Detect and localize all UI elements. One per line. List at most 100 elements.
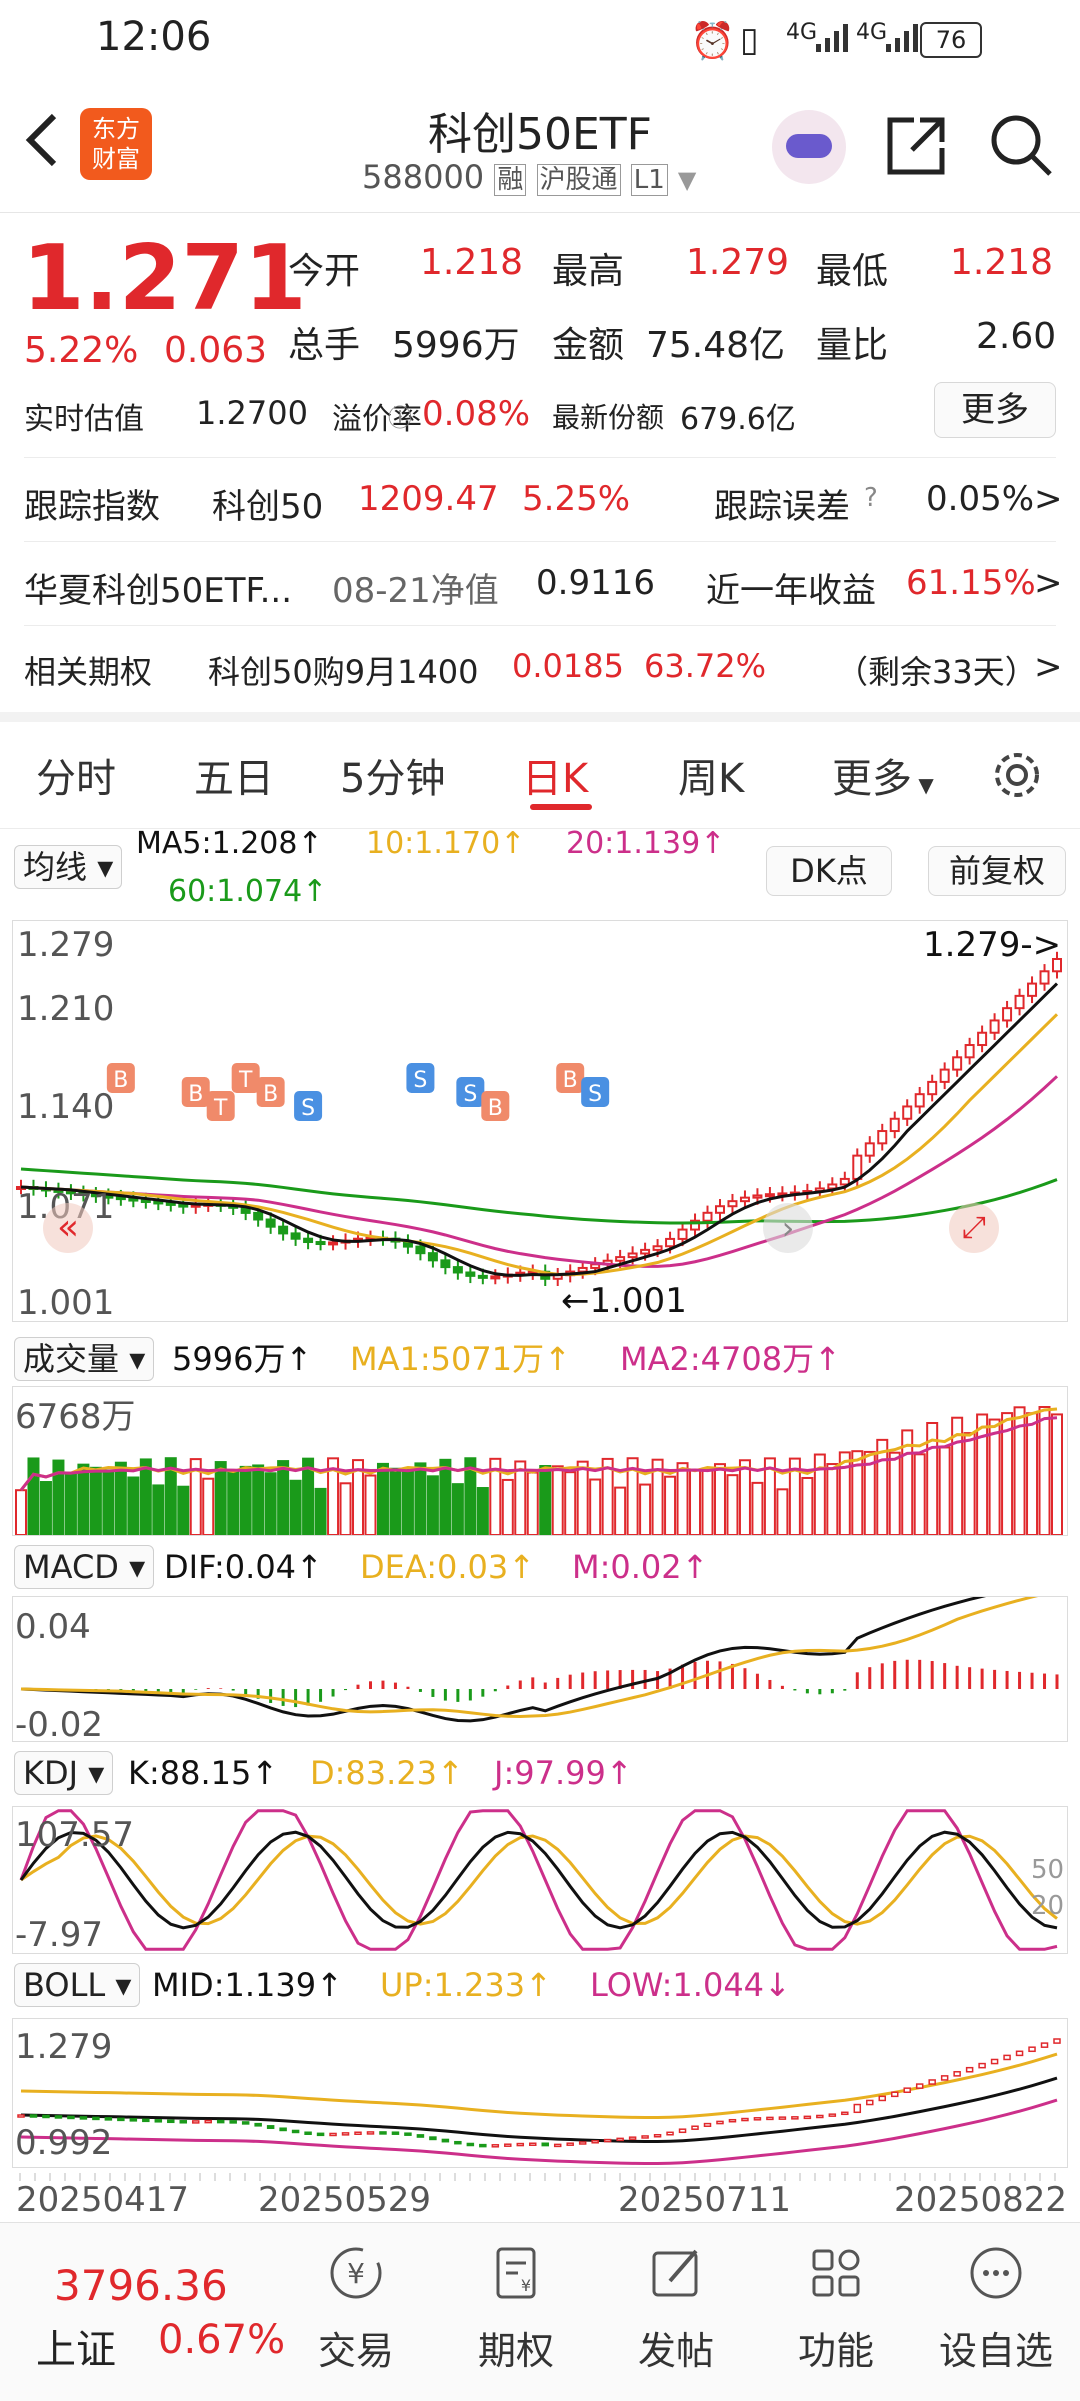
boll-candle xyxy=(329,2132,337,2137)
boll-candle xyxy=(429,2136,437,2141)
stat-volume-value: 5996万 xyxy=(392,325,520,366)
functions-label: 功能 xyxy=(797,2329,874,2373)
info-icon[interactable]: ⓘ xyxy=(388,398,412,433)
more-button[interactable]: 更多 xyxy=(934,382,1056,438)
volume-bar xyxy=(426,1475,439,1535)
volume-bar xyxy=(938,1446,951,1535)
info-row-index[interactable]: 跟踪指数 科创50 1209.47 5.25% 跟踪误差 ? 0.05% > xyxy=(0,457,1080,541)
boll-candle xyxy=(454,2140,462,2145)
robot-assistant-icon[interactable] xyxy=(772,110,846,184)
index-ticker-value[interactable]: 3796.36 xyxy=(54,2261,228,2310)
boll-low-line xyxy=(20,2098,1058,2165)
boll-selector[interactable]: BOLL ▾ xyxy=(14,1963,141,2007)
boll-candle xyxy=(291,2129,300,2134)
status-time: 12:06 xyxy=(96,14,212,60)
vol-selector[interactable]: 成交量 ▾ xyxy=(14,1334,155,1381)
candle-body xyxy=(714,1205,725,1214)
index-name: 科创50 xyxy=(212,487,324,527)
volume-bar xyxy=(476,1487,489,1535)
boll-candle xyxy=(79,2116,88,2120)
volume-bar xyxy=(27,1457,40,1535)
adjust-price-button[interactable]: 前复权 xyxy=(928,846,1066,896)
macd-y-top: 0.04 xyxy=(15,1607,91,1647)
boll-mid: MID:1.139↑ xyxy=(152,1966,343,2004)
kdj-svg xyxy=(19,1809,1058,1951)
boll-candle xyxy=(341,2132,350,2136)
ma5-line xyxy=(20,982,1059,1277)
volume-bar xyxy=(589,1478,602,1535)
candle-body xyxy=(665,1237,676,1248)
add-watchlist-button[interactable]: 设自选 xyxy=(926,2243,1066,2375)
vol-y-top: 6768万 xyxy=(15,1397,136,1437)
volume-bar xyxy=(314,1487,327,1535)
boll-candle xyxy=(691,2125,699,2130)
volume-bar xyxy=(264,1472,277,1535)
volume-bar xyxy=(1038,1406,1051,1535)
tag-hgt: 沪股通 xyxy=(536,164,621,196)
info-row-fund[interactable]: 华夏科创50ETF... 08-21净值 0.9116 近一年收益 61.15%… xyxy=(0,541,1080,625)
trade-marker-s: S xyxy=(456,1077,485,1107)
volume-bar xyxy=(114,1461,127,1535)
tab-more[interactable]: 更多 ▼ xyxy=(832,746,934,804)
yen-exchange-icon: ¥ xyxy=(330,2247,382,2299)
candle-body xyxy=(752,1194,763,1199)
tab-daily-k[interactable]: 日K xyxy=(522,746,588,804)
boll-candle xyxy=(703,2122,712,2127)
boll-candle xyxy=(728,2118,737,2123)
active-tab-indicator xyxy=(530,804,592,810)
boll-candle xyxy=(678,2128,687,2134)
macd-selector-label: MACD xyxy=(23,1548,119,1586)
volume-bar xyxy=(451,1483,464,1535)
options-button[interactable]: ¥ 期权 xyxy=(446,2243,586,2375)
alarm-icon: ⏰ xyxy=(690,21,735,62)
volume-bar xyxy=(526,1471,539,1535)
settings-gear-icon[interactable] xyxy=(990,748,1044,802)
volume-bar xyxy=(77,1463,90,1535)
search-icon[interactable] xyxy=(988,112,1054,178)
post-button[interactable]: 发帖 xyxy=(606,2243,746,2375)
boll-candle xyxy=(104,2117,113,2121)
volume-bar xyxy=(738,1459,751,1535)
vol-ma2: MA2:4708万↑ xyxy=(620,1340,841,1378)
candle-body xyxy=(1002,1007,1013,1022)
stat-amount-label: 金额 xyxy=(552,325,625,366)
dk-point-button[interactable]: DK点 xyxy=(766,846,892,896)
boll-candle xyxy=(504,2143,512,2147)
index-ticker-pct[interactable]: 0.67% xyxy=(158,2317,285,2363)
scroll-left-icon[interactable]: « xyxy=(43,1203,93,1253)
macd-selector[interactable]: MACD ▾ xyxy=(14,1545,155,1589)
tab-wuri[interactable]: 五日 xyxy=(194,746,274,804)
info-row-option[interactable]: 相关期权 科创50购9月1400 0.0185 63.72% （剩余33天） > xyxy=(0,625,1080,709)
boll-candle xyxy=(553,2143,562,2148)
fullscreen-icon[interactable]: ⤢ xyxy=(949,1203,999,1253)
candle-body xyxy=(902,1105,913,1120)
functions-button[interactable]: 功能 xyxy=(766,2243,906,2375)
ma-selector[interactable]: 均线 ▾ xyxy=(14,842,123,889)
kline-chart[interactable]: BBTTBSSSBBS 1.279 1.210 1.140 1.071 1.00… xyxy=(12,920,1068,1323)
boll-candle xyxy=(29,2114,38,2118)
boll-y-top: 1.279 xyxy=(15,2027,113,2067)
boll-candle xyxy=(241,2121,250,2125)
help-icon[interactable]: ? xyxy=(864,483,878,513)
scroll-right-icon[interactable]: › xyxy=(763,1203,813,1253)
battery-icon: 76 xyxy=(920,22,982,58)
tab-weekly-k[interactable]: 周K xyxy=(678,746,744,804)
volume-bar xyxy=(976,1413,989,1535)
boll-candle xyxy=(890,2091,899,2098)
stat-high-value: 1.279 xyxy=(686,242,790,283)
index-ticker-name[interactable]: 上证 xyxy=(36,2317,116,2375)
chevron-right-icon: > xyxy=(1034,479,1063,519)
stock-subline[interactable]: 588000 融 沪股通 L1 ▼ xyxy=(362,158,696,196)
signal-4g-label-1: 4G xyxy=(786,20,818,45)
tab-fenshi[interactable]: 分时 xyxy=(36,746,116,804)
volume-bar xyxy=(64,1473,77,1535)
volume-bar xyxy=(39,1481,52,1535)
tab-5min[interactable]: 5分钟 xyxy=(340,746,445,804)
trade-button[interactable]: ¥ 交易 xyxy=(286,2243,426,2375)
kdj-selector[interactable]: KDJ ▾ xyxy=(14,1751,114,1795)
stat-ratio-value: 2.60 xyxy=(976,316,1057,357)
share-icon[interactable] xyxy=(884,114,948,178)
volume-bar xyxy=(501,1478,514,1535)
kdj-k: K:88.15↑ xyxy=(128,1754,279,1792)
boll-candle xyxy=(479,2143,487,2148)
